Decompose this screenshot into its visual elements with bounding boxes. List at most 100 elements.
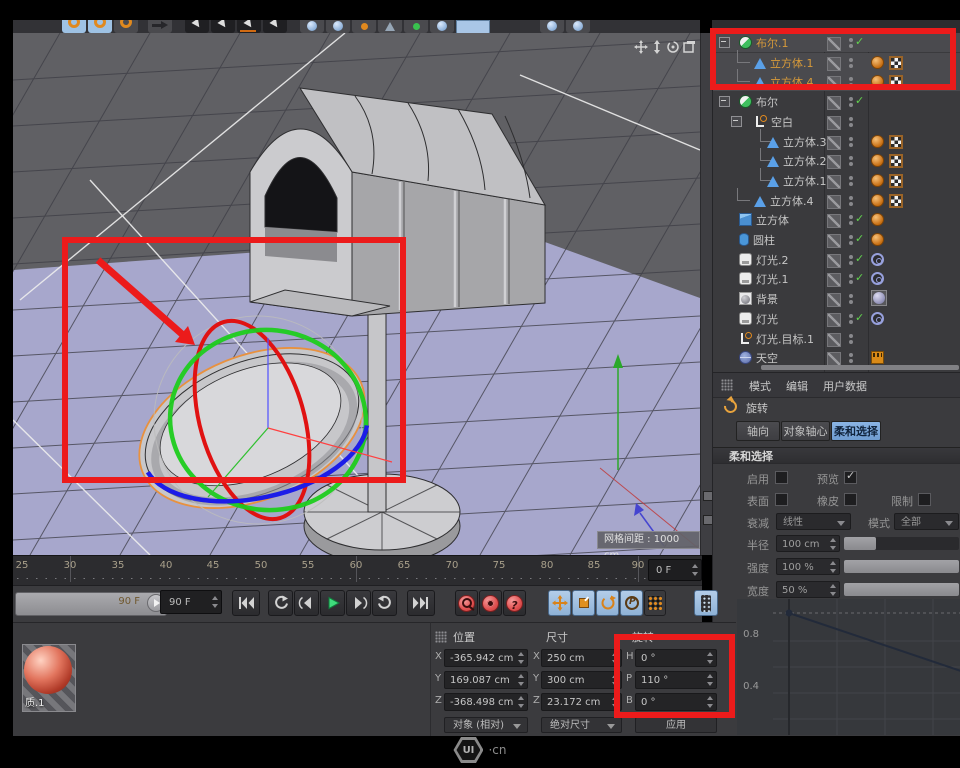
- collapse-icon[interactable]: [719, 37, 730, 48]
- rubber-checkbox[interactable]: [844, 493, 857, 506]
- surface-checkbox[interactable]: [775, 493, 788, 506]
- layer-toggle[interactable]: [827, 293, 841, 307]
- stepper-icon[interactable]: [829, 584, 837, 596]
- timeline-window-button[interactable]: [694, 590, 718, 616]
- layer-toggle[interactable]: [827, 57, 841, 71]
- object-row-light-target[interactable]: 灯光.目标.1: [713, 329, 960, 348]
- texture-tag-icon[interactable]: [889, 56, 903, 70]
- current-frame-field[interactable]: 0 F: [648, 559, 702, 581]
- object-row-cube3[interactable]: 立方体.3: [713, 132, 960, 151]
- material-thumbnail[interactable]: 质.1: [22, 644, 76, 712]
- visibility-dots[interactable]: [849, 58, 853, 62]
- redo-icon[interactable]: [88, 20, 112, 33]
- collapse-icon[interactable]: [731, 116, 742, 127]
- collapse-icon[interactable]: [719, 96, 730, 107]
- stepper-icon[interactable]: [829, 561, 837, 573]
- stepper-icon[interactable]: [517, 696, 525, 708]
- object-row-light[interactable]: 灯光: [713, 309, 960, 328]
- radius-field[interactable]: 100 cm: [776, 535, 840, 552]
- key-parameter-button[interactable]: [620, 590, 643, 616]
- live-select-icon[interactable]: [211, 20, 235, 33]
- timeline-ruler[interactable]: 25 30 35 40 45 50 55 60 65 70 75 80 85 9…: [13, 555, 702, 586]
- layer-toggle[interactable]: [827, 76, 841, 90]
- primitive-icon[interactable]: [300, 20, 324, 33]
- texture-tag-icon[interactable]: [889, 174, 903, 188]
- stepper-icon[interactable]: [706, 696, 714, 708]
- layer-toggle[interactable]: [827, 234, 841, 248]
- visibility-dots[interactable]: [849, 235, 853, 239]
- history-icon[interactable]: [114, 20, 138, 33]
- enable-checkbox[interactable]: [775, 471, 788, 484]
- camera-icon[interactable]: [430, 20, 454, 33]
- panel-grid-icon[interactable]: [721, 379, 733, 391]
- texture-tag-icon[interactable]: [889, 135, 903, 149]
- visibility-dots[interactable]: [849, 38, 853, 42]
- stepper-icon[interactable]: [706, 652, 714, 664]
- goto-end-button[interactable]: [407, 590, 435, 616]
- object-row-cube1b[interactable]: 立方体.1: [713, 171, 960, 190]
- rect-select-icon[interactable]: [237, 20, 261, 33]
- visibility-dots[interactable]: [849, 314, 853, 318]
- size-x-field[interactable]: 250 cm: [541, 649, 622, 667]
- texture-tag-icon[interactable]: [889, 154, 903, 168]
- visibility-dots[interactable]: [849, 77, 853, 81]
- stepper-icon[interactable]: [517, 674, 525, 686]
- phong-tag-icon[interactable]: [871, 154, 884, 167]
- layer-toggle[interactable]: [827, 195, 841, 209]
- position-z-field[interactable]: -368.498 cm: [444, 693, 528, 711]
- layer-toggle[interactable]: [827, 96, 841, 110]
- apply-button[interactable]: 应用: [635, 717, 717, 733]
- stepper-icon[interactable]: [517, 652, 525, 664]
- rotation-b-field[interactable]: 0 °: [635, 693, 717, 711]
- size-mode-dropdown[interactable]: 绝对尺寸: [541, 717, 622, 733]
- object-row-light2[interactable]: 灯光.2: [713, 250, 960, 269]
- texture-tag-icon[interactable]: [889, 75, 903, 89]
- phong-tag-icon[interactable]: [871, 213, 884, 226]
- enabled-check-icon[interactable]: [855, 212, 864, 225]
- position-x-field[interactable]: -365.942 cm: [444, 649, 528, 667]
- model-mode-icon[interactable]: [456, 20, 490, 33]
- width-slider[interactable]: [844, 583, 959, 596]
- layer-toggle[interactable]: [827, 273, 841, 287]
- position-y-field[interactable]: 169.087 cm: [444, 671, 528, 689]
- object-row-background[interactable]: 背景: [713, 289, 960, 308]
- stepper-icon[interactable]: [611, 696, 619, 708]
- rotate-icon[interactable]: [666, 40, 680, 54]
- visibility-dots[interactable]: [849, 215, 853, 219]
- layer-toggle[interactable]: [827, 37, 841, 51]
- layer-toggle[interactable]: [827, 116, 841, 130]
- stepper-icon[interactable]: [829, 538, 837, 550]
- layer-toggle[interactable]: [827, 155, 841, 169]
- layer-toggle[interactable]: [827, 352, 841, 366]
- phong-tag-icon[interactable]: [871, 233, 884, 246]
- radius-slider[interactable]: [844, 537, 959, 550]
- object-row-boole[interactable]: 布尔: [713, 92, 960, 111]
- key-position-button[interactable]: [548, 590, 571, 616]
- target-tag-icon[interactable]: [871, 312, 884, 325]
- layer-toggle[interactable]: [827, 333, 841, 347]
- falloff-dropdown[interactable]: 线性: [776, 513, 851, 530]
- width-field[interactable]: 50 %: [776, 581, 840, 598]
- size-y-field[interactable]: 300 cm: [541, 671, 622, 689]
- material-tag-icon[interactable]: [871, 290, 887, 306]
- spline-icon[interactable]: [326, 20, 350, 33]
- stepper-icon[interactable]: [211, 596, 219, 608]
- strength-field[interactable]: 100 %: [776, 558, 840, 575]
- texture-mode-icon[interactable]: [540, 20, 564, 33]
- enabled-check-icon[interactable]: [855, 94, 864, 107]
- limit-checkbox[interactable]: [918, 493, 931, 506]
- visibility-dots[interactable]: [849, 353, 853, 357]
- rotation-p-field[interactable]: 110 °: [635, 671, 717, 689]
- next-frame-button[interactable]: [346, 590, 371, 616]
- goto-start-button[interactable]: [232, 590, 260, 616]
- section-soft-selection[interactable]: 柔和选择: [713, 447, 960, 464]
- arrow-tool-icon[interactable]: [148, 20, 172, 33]
- environment-icon[interactable]: [404, 20, 428, 33]
- object-row-light1[interactable]: 灯光.1: [713, 269, 960, 288]
- enabled-check-icon[interactable]: [855, 252, 864, 265]
- enabled-check-icon[interactable]: [855, 271, 864, 284]
- object-row-cube2[interactable]: 立方体.2: [713, 151, 960, 170]
- pan-icon[interactable]: [634, 40, 648, 54]
- menu-edit[interactable]: 编辑: [786, 378, 808, 394]
- layer-toggle[interactable]: [827, 136, 841, 150]
